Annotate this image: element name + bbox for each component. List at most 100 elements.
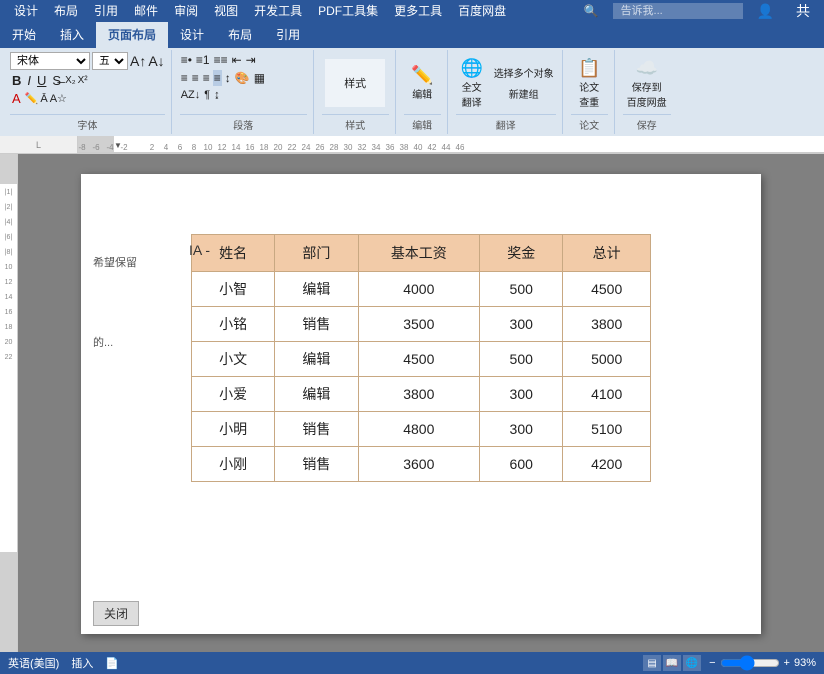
paragraph-group: ≡• ≡1 ≡≡ ⇤ ⇥ ≡ ≡ ≡ ≡ ↕ 🎨 ▦ AZ↓ ¶ ↨ 段落 — [174, 50, 314, 134]
new-group-btn[interactable]: 新建组 — [492, 84, 556, 103]
data-table: 姓名 部门 基本工资 奖金 总计 小智编辑40005004500小铭销售3500… — [191, 234, 651, 482]
ruler-num: 34 — [372, 143, 381, 152]
table-row: 小明销售48003005100 — [192, 412, 651, 447]
border-btn[interactable]: ▦ — [253, 70, 266, 86]
ruler-num: 2 — [150, 143, 154, 152]
thesis-check-btn[interactable]: 📋 论文查重 — [573, 56, 605, 111]
status-mode: 插入 — [71, 655, 93, 671]
table-row: 小铭销售35003003800 — [192, 307, 651, 342]
ribbon-content: 宋体 五号 A↑ A↓ B I U S̶ X₂ X² A ✏️ Ā A☆ — [0, 48, 824, 136]
full-translate-btn[interactable]: 🌐 全文翻译 — [456, 56, 488, 111]
tab-ref[interactable]: 引用 — [264, 22, 312, 48]
ruler-num: 10 — [204, 143, 213, 152]
view-web-btn[interactable]: 🌐 — [683, 655, 701, 671]
sidebar-text-line1: 希望保留 — [93, 254, 137, 274]
show-marks-btn[interactable]: ¶ — [203, 88, 211, 102]
user-icon[interactable]: 👤 — [749, 0, 782, 22]
menu-item-baidu[interactable]: 百度网盘 — [450, 0, 514, 22]
underline-btn[interactable]: U — [35, 73, 48, 88]
menu-item-design[interactable]: 设计 — [6, 0, 46, 22]
paragraph-spacing-btn[interactable]: ↨ — [213, 88, 221, 102]
align-left-btn[interactable]: ≡ — [180, 70, 189, 86]
italic-btn[interactable]: I — [25, 73, 33, 88]
cell-3-3: 300 — [480, 377, 563, 412]
ruler-num: -6 — [92, 143, 99, 152]
list-number-btn[interactable]: ≡1 — [195, 52, 211, 68]
tab-insert[interactable]: 插入 — [48, 22, 96, 48]
menu-item-more[interactable]: 更多工具 — [386, 0, 450, 22]
ruler-num: 44 — [442, 143, 451, 152]
zoom-increase-btn[interactable]: + — [784, 657, 790, 669]
detected-text: IA - — [189, 242, 210, 258]
shading-btn[interactable]: 🎨 — [234, 70, 251, 86]
edit-btn[interactable]: ✏️ 编辑 — [406, 63, 438, 103]
ruler-num: 38 — [400, 143, 409, 152]
save-baidu-btn[interactable]: ☁️ 保存到百度网盘 — [623, 56, 671, 111]
font-grow-icon[interactable]: A↑ — [130, 53, 146, 69]
strikethrough-btn[interactable]: S̶ — [50, 73, 63, 88]
page-area[interactable]: 希望保留 的... IA - 姓名 部门 基本工资 奖金 总计 — [18, 154, 824, 652]
select-multi-btn[interactable]: 选择多个对象 — [492, 63, 556, 82]
search-input[interactable] — [613, 3, 743, 19]
bold-btn[interactable]: B — [10, 73, 23, 88]
sidebar-text-line2: 的... — [93, 334, 137, 354]
font-shadow-btn[interactable]: A☆ — [50, 92, 67, 105]
font-size-select[interactable]: 五号 — [92, 52, 128, 70]
indent-increase-btn[interactable]: ⇥ — [245, 52, 257, 68]
subscript-btn[interactable]: X₂ — [65, 75, 76, 86]
ruler-left-spacer: L — [0, 136, 78, 153]
menu-item-mail[interactable]: 邮件 — [126, 0, 166, 22]
zoom-slider[interactable] — [720, 655, 780, 671]
col-header-dept: 部门 — [275, 235, 358, 272]
cell-3-0: 小爱 — [192, 377, 275, 412]
list-multi-btn[interactable]: ≡≡ — [213, 52, 229, 68]
menu-item-devtools[interactable]: 开发工具 — [246, 0, 310, 22]
close-panel-button[interactable]: 关闭 — [93, 601, 139, 626]
menu-item-references[interactable]: 引用 — [86, 0, 126, 22]
font-name-select[interactable]: 宋体 — [10, 52, 90, 70]
ruler-num: 16 — [246, 143, 255, 152]
font-color-btn[interactable]: A — [10, 91, 23, 106]
tab-home[interactable]: 开始 — [0, 22, 48, 48]
tab-active[interactable]: 页面布局 — [96, 22, 168, 48]
paragraph-group-label: 段落 — [180, 114, 307, 132]
view-print-btn[interactable]: ▤ — [643, 655, 661, 671]
align-right-btn[interactable]: ≡ — [202, 70, 211, 86]
cell-4-3: 300 — [480, 412, 563, 447]
menu-item-layout[interactable]: 布局 — [46, 0, 86, 22]
sort-btn[interactable]: AZ↓ — [180, 88, 202, 102]
share-icon[interactable]: 共 — [788, 0, 818, 22]
cell-2-4: 5000 — [563, 342, 651, 377]
cell-0-0: 小智 — [192, 272, 275, 307]
thesis-group-label: 论文 — [571, 114, 608, 132]
styles-gallery[interactable]: 样式 — [325, 59, 385, 107]
line-spacing-btn[interactable]: ↕ — [224, 70, 232, 86]
font-group-label: 字体 — [10, 114, 165, 132]
ruler-num: 14 — [232, 143, 241, 152]
ruler-num: 46 — [456, 143, 465, 152]
tab-layout[interactable]: 布局 — [216, 22, 264, 48]
edit-label: 编辑 — [412, 86, 432, 101]
menu-item-pdf[interactable]: PDF工具集 — [310, 0, 386, 22]
table-container: 姓名 部门 基本工资 奖金 总计 小智编辑40005004500小铭销售3500… — [191, 234, 701, 482]
clear-format-btn[interactable]: Ā — [40, 93, 47, 105]
indent-decrease-btn[interactable]: ⇤ — [231, 52, 243, 68]
menu-item-view[interactable]: 视图 — [206, 0, 246, 22]
tab-design[interactable]: 设计 — [168, 22, 216, 48]
col-header-base: 基本工资 — [358, 235, 480, 272]
view-buttons: ▤ 📖 🌐 — [643, 655, 701, 671]
align-center-btn[interactable]: ≡ — [191, 70, 200, 86]
zoom-decrease-btn[interactable]: − — [709, 657, 715, 669]
justify-btn[interactable]: ≡ — [213, 70, 222, 86]
ruler-container: L ▼ -8 -6 -4 -2 2 4 6 8 10 12 14 16 18 2… — [0, 136, 824, 154]
font-shrink-icon[interactable]: A↓ — [148, 53, 164, 69]
list-bullet-btn[interactable]: ≡• — [180, 52, 193, 68]
menu-item-review[interactable]: 审阅 — [166, 0, 206, 22]
view-read-btn[interactable]: 📖 — [663, 655, 681, 671]
save-group: ☁️ 保存到百度网盘 保存 — [617, 50, 677, 134]
styles-group: 样式 样式 — [316, 50, 396, 134]
ruler-num: 12 — [218, 143, 227, 152]
thesis-label: 论文查重 — [579, 79, 599, 109]
superscript-btn[interactable]: X² — [78, 75, 88, 86]
highlight-btn[interactable]: ✏️ — [25, 92, 39, 105]
